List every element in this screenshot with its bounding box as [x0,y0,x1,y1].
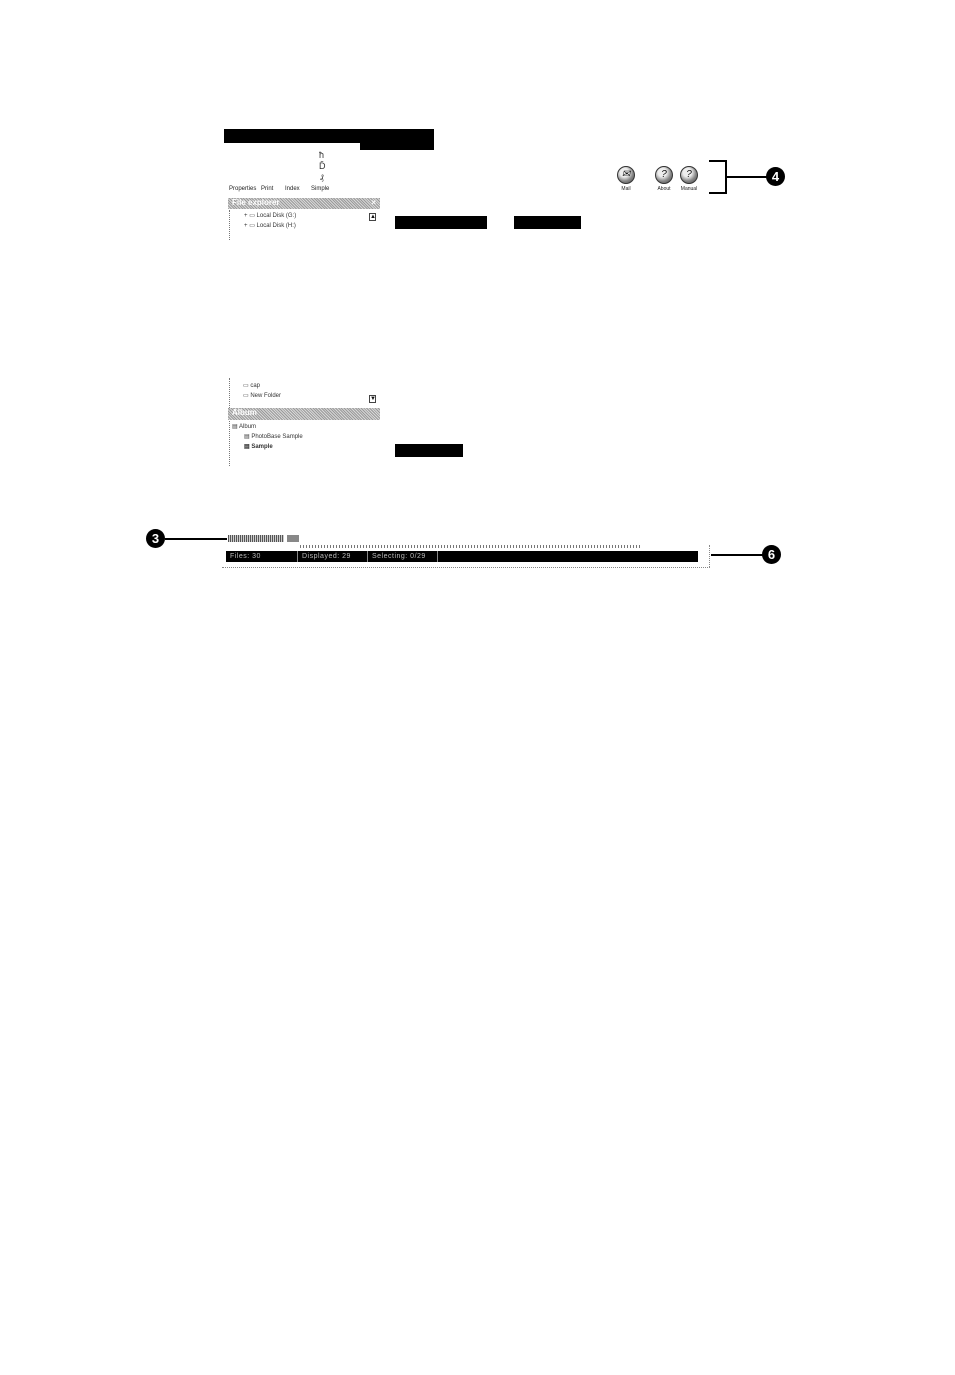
progress-strip [228,535,284,542]
manual-icon[interactable]: ? [680,166,698,184]
file-explorer-title: File explorer [232,198,280,207]
toolbar-icon-middle[interactable]: Ď [319,162,326,171]
drive-label: Local Disk (H:) [256,223,296,229]
window-title-bar-extension [360,141,434,150]
drive-icon: ▭ [249,213,255,219]
window-bottom-edge [222,567,710,568]
folder-icon: ▭ [243,383,249,389]
drive-label: Local Disk (G:) [256,213,297,219]
manual-button-label: Manual [680,186,698,192]
window-right-edge [709,545,710,567]
tree-row-drive-h[interactable]: + ▭ Local Disk (H:) [244,222,296,230]
drive-icon: ▭ [249,223,255,229]
status-selecting: Selecting: 0/29 [368,551,438,562]
album-icon: ▤ [232,424,238,430]
callout-line-3 [165,538,227,540]
folder-icon: ▭ [243,393,249,399]
about-icon[interactable]: ? [655,166,673,184]
tree-row-drive-g[interactable]: + ▭ Local Disk (G:) [244,212,296,220]
tree-row-folder-cap[interactable]: ▭ cap [243,382,260,390]
mail-icon[interactable]: ✉ [617,166,635,184]
album-row-photobase[interactable]: ▤ PhotoBase Sample [244,433,303,441]
expand-icon[interactable]: + [244,223,248,229]
mail-button-label: Mail [621,186,631,192]
expand-icon[interactable]: + [244,213,248,219]
folder-label: New Folder [250,393,282,399]
toolbar-icon-bottom[interactable]: ₰ [320,174,324,183]
toolbar-icon-top[interactable]: ħ [319,151,324,160]
status-bar: Files: 30 Displayed: 29 Selecting: 0/29 [226,551,698,562]
callout-4: 4 [766,167,785,186]
status-displayed: Displayed: 29 [298,551,368,562]
tree-guide-line [229,210,230,240]
album-panel-title: Album [232,408,257,417]
album-icon: ▤ [244,444,250,450]
callout-3: 3 [146,529,165,548]
callout-line-4 [727,176,767,178]
tree-guide-line-lower [229,378,230,466]
file-explorer-header: File explorer × [228,198,380,209]
album-label: PhotoBase Sample [251,434,303,440]
toolbar-print[interactable]: Print [261,186,273,192]
toolbar-simple[interactable]: Simple [311,186,329,192]
album-label: Sample [251,444,273,450]
redacted-block-2 [514,216,581,229]
progress-handle[interactable] [287,535,299,542]
album-icon: ▤ [244,434,250,440]
album-panel-header: Album [228,408,380,420]
album-row-root[interactable]: ▤ Album [232,423,256,431]
scroll-up-arrow[interactable]: ▲ [369,213,376,221]
scroll-down-arrow[interactable]: ▼ [369,395,376,403]
callout-bracket [709,160,727,194]
dither-strip [300,545,642,548]
folder-label: cap [250,383,261,389]
close-icon[interactable]: × [371,198,376,208]
album-row-sample[interactable]: ▤ Sample [244,443,273,451]
status-files: Files: 30 [226,551,298,562]
callout-6: 6 [762,545,781,564]
tree-row-folder-new[interactable]: ▭ New Folder [243,392,281,400]
callout-line-6 [711,554,763,556]
redacted-block-1 [395,216,487,229]
redacted-block-3 [395,444,463,457]
toolbar-index[interactable]: Index [285,186,300,192]
album-label: Album [239,424,257,430]
toolbar-properties[interactable]: Properties [229,186,256,192]
